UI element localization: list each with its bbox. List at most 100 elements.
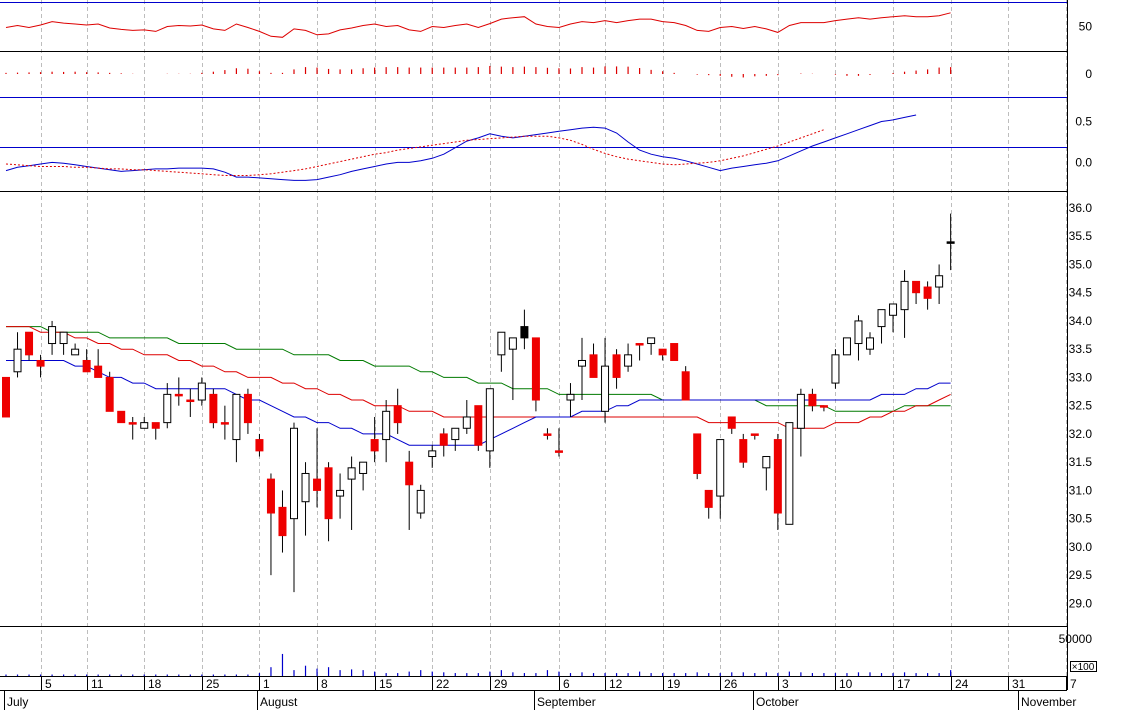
volume-panel bbox=[5, 653, 952, 676]
candle-body bbox=[612, 354, 621, 378]
candlestick bbox=[347, 456, 356, 530]
candlestick bbox=[854, 315, 863, 361]
candle-body bbox=[866, 337, 874, 350]
x-tick-label: 26 bbox=[724, 677, 738, 691]
rsi-panel bbox=[5, 12, 951, 38]
candle-body bbox=[278, 506, 287, 537]
x-tick-label: 25 bbox=[206, 677, 220, 691]
candle-body bbox=[336, 489, 345, 497]
candlestick bbox=[36, 354, 45, 378]
candlestick bbox=[324, 462, 333, 542]
volume-unit-label: ×100 bbox=[1072, 662, 1095, 673]
rsi-tick-label: 50 bbox=[1079, 20, 1093, 34]
month-label: November bbox=[1021, 695, 1076, 709]
x-axis: 5 11 18 25 1 8 15 22 29 6 12 19 26 3 10 17 24 31 7July Augu… bbox=[4, 676, 1077, 710]
candle-body bbox=[716, 439, 725, 497]
candle-body bbox=[128, 422, 137, 425]
candlestick bbox=[647, 337, 656, 355]
candlestick bbox=[48, 320, 57, 355]
candle-body bbox=[220, 422, 229, 425]
candlestick bbox=[382, 400, 391, 463]
candle-body bbox=[301, 472, 310, 503]
month-label: July bbox=[7, 695, 28, 709]
candlestick bbox=[923, 281, 932, 310]
price-tick-label: 31.5 bbox=[1069, 455, 1093, 469]
candlestick bbox=[278, 490, 287, 553]
candle-body bbox=[163, 393, 172, 424]
candlestick bbox=[635, 343, 644, 361]
candle-body bbox=[382, 410, 391, 441]
candlestick bbox=[359, 461, 368, 491]
candle-body bbox=[290, 427, 298, 520]
candle-body bbox=[935, 275, 944, 288]
candle-body bbox=[508, 337, 517, 350]
candlestick bbox=[750, 433, 759, 440]
candlestick bbox=[370, 416, 379, 463]
candle-body bbox=[520, 326, 529, 339]
macd-tick-label: 0.0 bbox=[1075, 155, 1092, 169]
candlestick bbox=[416, 484, 425, 519]
price-panel bbox=[2, 213, 955, 593]
candle-body bbox=[704, 489, 713, 508]
x-tick-label: 6 bbox=[563, 677, 570, 691]
candle-body bbox=[439, 433, 448, 446]
candlestick bbox=[670, 343, 679, 361]
candle-body bbox=[796, 393, 805, 429]
candlestick bbox=[877, 309, 886, 344]
x-tick-label: 19 bbox=[667, 677, 681, 691]
candlestick bbox=[25, 331, 34, 361]
candle-body bbox=[808, 393, 817, 407]
candle-body bbox=[624, 354, 633, 367]
candle-body bbox=[105, 376, 114, 412]
candle-body bbox=[485, 388, 494, 452]
candlestick bbox=[290, 422, 298, 593]
candle-body bbox=[543, 433, 552, 436]
candlestick bbox=[117, 410, 126, 424]
candlestick bbox=[520, 309, 529, 350]
candlestick bbox=[808, 388, 817, 412]
price-tick-label: 32.5 bbox=[1069, 399, 1093, 413]
candle-body bbox=[773, 439, 782, 514]
candle-body bbox=[727, 416, 736, 429]
candle-body bbox=[48, 326, 57, 345]
candlestick bbox=[889, 303, 898, 333]
candlestick bbox=[762, 456, 771, 491]
candle-body bbox=[324, 467, 333, 520]
candlestick bbox=[589, 343, 598, 378]
candle-body bbox=[82, 359, 91, 373]
x-tick-label: 15 bbox=[379, 677, 393, 691]
candlestick bbox=[612, 349, 621, 389]
x-tick-label: 18 bbox=[148, 677, 162, 691]
candlestick bbox=[197, 377, 206, 406]
macd-hist-tick-label: 0 bbox=[1085, 67, 1092, 81]
candle-body bbox=[94, 365, 103, 378]
candlestick bbox=[658, 348, 667, 361]
candlestick bbox=[313, 428, 322, 508]
candlestick bbox=[105, 371, 114, 412]
price-tick-label: 29.0 bbox=[1069, 596, 1093, 610]
candlestick bbox=[785, 422, 794, 525]
candle-body bbox=[693, 433, 702, 474]
x-tick-label: 24 bbox=[955, 677, 969, 691]
candle-body bbox=[474, 405, 483, 446]
macd-histogram-panel bbox=[5, 65, 952, 78]
candlestick bbox=[266, 473, 275, 576]
price-tick-label: 30.5 bbox=[1069, 512, 1093, 526]
candlestick bbox=[59, 331, 68, 355]
candlestick bbox=[428, 445, 437, 468]
candlestick bbox=[935, 264, 944, 304]
month-label: September bbox=[537, 695, 596, 709]
candle-body bbox=[750, 433, 759, 436]
candlestick bbox=[94, 349, 103, 378]
candlestick bbox=[693, 433, 702, 480]
candle-body bbox=[59, 331, 68, 345]
candle-body bbox=[819, 405, 828, 408]
x-tick-label: 29 bbox=[494, 677, 508, 691]
price-tick-label: 33.5 bbox=[1069, 342, 1093, 356]
y-axis-labels: 50 0 0.5 0.0 36.0 35.5 35.0 34.5 34.0 33.5 33.0 32.… bbox=[1059, 20, 1097, 673]
price-tick-label: 33.0 bbox=[1069, 370, 1093, 384]
candle-body bbox=[497, 331, 506, 356]
rsi-line bbox=[5, 12, 951, 38]
candle-body bbox=[186, 399, 195, 403]
x-tick-label: 11 bbox=[91, 677, 104, 691]
